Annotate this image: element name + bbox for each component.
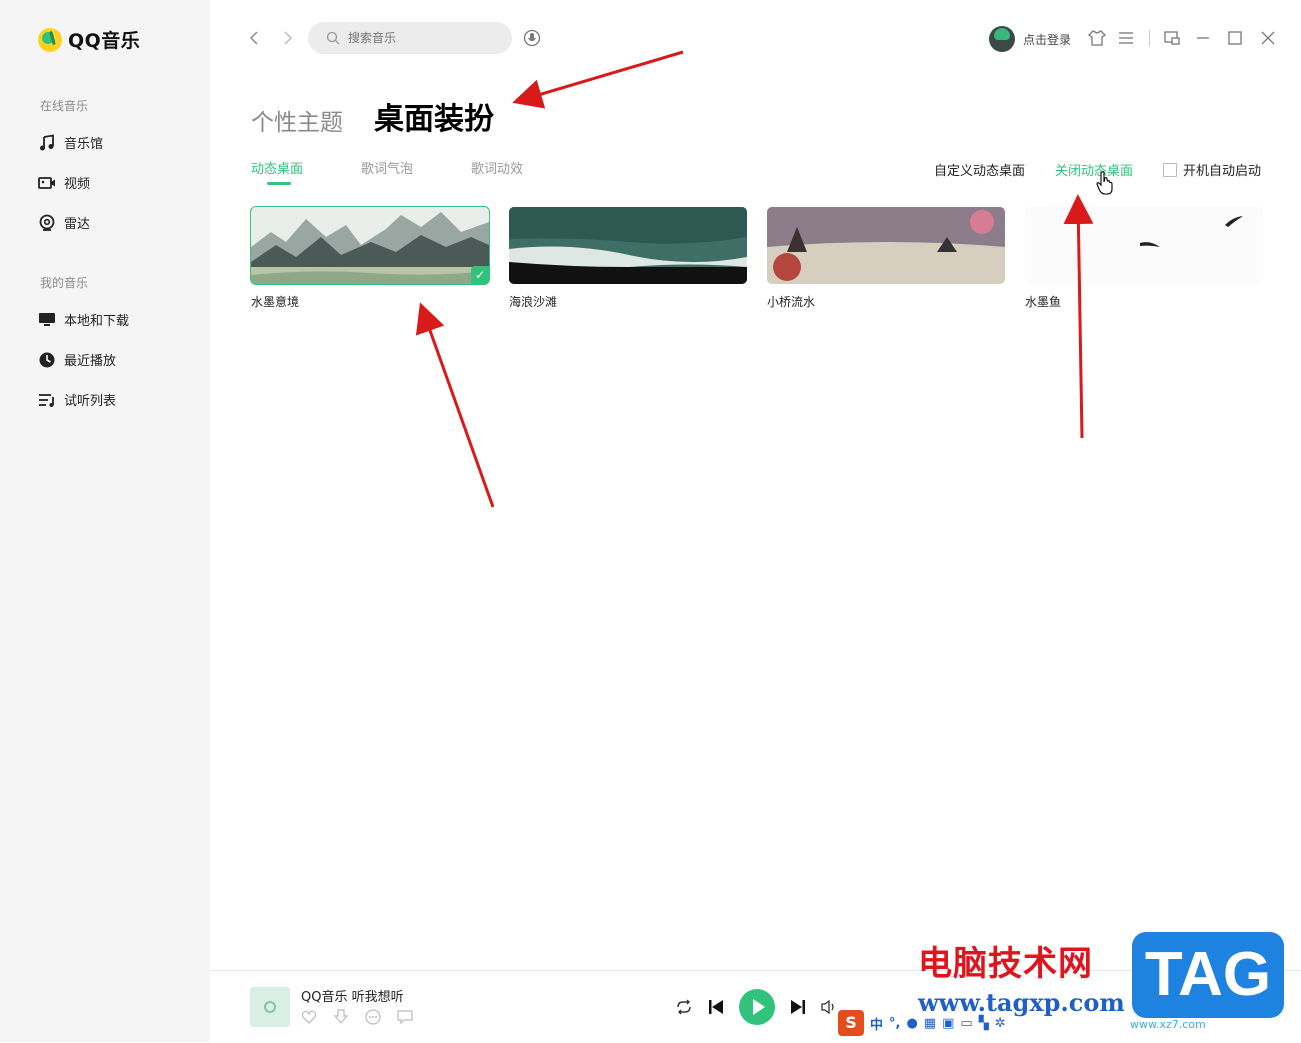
sidebar-item-label: 雷达	[64, 217, 91, 232]
ime-grid-icon[interactable]: ▚	[979, 1016, 989, 1031]
watermark-tag-logo: TAG	[1132, 932, 1284, 1018]
monitor-icon	[39, 312, 55, 326]
sidebar-item-local-download[interactable]: 本地和下载	[38, 310, 129, 329]
sidebar: QQ音乐 在线音乐 音乐馆 视频 雷达 我的音乐 本地和下载 最近播放 试听列表	[0, 0, 210, 1042]
beach-waves-thumbnail	[509, 207, 747, 284]
selected-check-icon: ✓	[471, 266, 489, 284]
section-my-music: 我的音乐	[40, 276, 89, 290]
autostart-checkbox[interactable]	[1163, 162, 1177, 177]
section-online-music: 在线音乐	[40, 99, 89, 113]
wallpaper-label: 水墨鱼	[1025, 295, 1062, 309]
bridge-stream-thumbnail	[767, 207, 1005, 284]
sidebar-item-label: 音乐馆	[64, 137, 104, 152]
ime-skin-icon[interactable]: ▣	[942, 1016, 954, 1031]
comment-icon[interactable]	[396, 1008, 414, 1026]
more-icon[interactable]	[364, 1008, 382, 1026]
wallpaper-label: 小桥流水	[767, 295, 816, 309]
sidebar-item-radar[interactable]: 雷达	[38, 213, 90, 232]
music-note-icon	[40, 133, 54, 150]
active-tab-indicator	[267, 182, 291, 185]
autostart-option[interactable]: 开机自动启动	[1163, 160, 1261, 179]
sidebar-item-label: 试听列表	[64, 394, 117, 409]
search-icon	[326, 31, 340, 45]
menu-icon[interactable]	[1117, 29, 1135, 47]
back-button[interactable]	[245, 28, 265, 48]
sidebar-item-music-hall[interactable]: 音乐馆	[38, 133, 103, 152]
volume-icon[interactable]	[820, 998, 838, 1016]
video-icon	[38, 176, 55, 189]
custom-dynamic-desktop-link[interactable]: 自定义动态桌面	[934, 160, 1025, 179]
autostart-label: 开机自动启动	[1183, 164, 1262, 179]
watermark-sub: www.xz7.com	[1130, 1018, 1206, 1031]
wallpaper-card-inkfish[interactable]	[1025, 207, 1263, 284]
tab-dynamic-desktop[interactable]: 动态桌面	[251, 158, 303, 177]
sidebar-item-label: 本地和下载	[64, 314, 130, 329]
ime-mic-icon[interactable]: ●	[906, 1016, 917, 1031]
skin-icon[interactable]	[1088, 29, 1106, 47]
ink-landscape-thumbnail	[251, 207, 489, 284]
hand-cursor-icon	[1096, 171, 1113, 195]
ime-game-icon[interactable]: ▭	[960, 1016, 972, 1031]
mini-mode-icon[interactable]	[1163, 29, 1181, 47]
ime-mode-label[interactable]: 中	[870, 1014, 883, 1033]
watermark-title: 电脑技术网	[918, 944, 1093, 984]
maximize-icon[interactable]	[1226, 29, 1244, 47]
wallpaper-card-ink[interactable]: ✓	[250, 206, 490, 285]
wallpaper-label: 海浪沙滩	[509, 295, 558, 309]
close-dynamic-desktop-link[interactable]: 关闭动态桌面	[1055, 160, 1133, 179]
sidebar-item-playlist[interactable]: 试听列表	[38, 390, 116, 409]
like-icon[interactable]	[300, 1008, 318, 1026]
login-link[interactable]: 点击登录	[1023, 31, 1071, 48]
sidebar-item-label: 最近播放	[64, 354, 117, 369]
chevron-left-icon	[249, 31, 258, 45]
forward-button[interactable]	[277, 28, 297, 48]
sogou-ime-icon[interactable]: S	[838, 1010, 864, 1036]
download-icon[interactable]	[332, 1008, 350, 1026]
wallpaper-card-beach[interactable]	[509, 207, 747, 284]
avatar[interactable]	[989, 26, 1015, 52]
wallpaper-card-bridge[interactable]	[767, 207, 1005, 284]
tab-personal-theme[interactable]: 个性主题	[251, 103, 343, 137]
sidebar-item-recent[interactable]: 最近播放	[38, 350, 116, 369]
punctuation-icon[interactable]: °,	[889, 1016, 900, 1031]
app-logo[interactable]: QQ音乐	[38, 26, 140, 53]
previous-track-icon[interactable]	[707, 997, 725, 1017]
tab-lyric-bubble[interactable]: 歌词气泡	[361, 158, 413, 177]
wallpaper-label: 水墨意境	[251, 295, 300, 309]
next-track-icon[interactable]	[789, 997, 807, 1017]
ink-fish-thumbnail	[1025, 207, 1263, 284]
tab-lyric-effect[interactable]: 歌词动效	[471, 158, 523, 177]
arrow-to-wallpaper	[415, 302, 495, 508]
qq-music-logo-icon	[38, 27, 62, 52]
minimize-icon[interactable]	[1194, 29, 1212, 47]
toolbar-divider	[1149, 30, 1150, 46]
radar-icon	[39, 214, 55, 231]
search-box[interactable]	[308, 22, 512, 54]
tab-desktop-dressup[interactable]: 桌面装扮	[374, 94, 494, 138]
sidebar-item-label: 视频	[64, 177, 91, 192]
album-cover[interactable]	[250, 987, 290, 1027]
song-title: QQ音乐 听我想听	[301, 990, 404, 1005]
voice-search-icon[interactable]	[523, 29, 541, 47]
close-icon[interactable]	[1259, 29, 1277, 47]
chevron-right-icon	[284, 31, 293, 45]
ime-settings-icon[interactable]: ✲	[995, 1016, 1006, 1031]
sidebar-item-video[interactable]: 视频	[38, 173, 90, 192]
search-input[interactable]	[346, 30, 500, 46]
playlist-icon	[39, 393, 54, 407]
clock-icon	[39, 352, 55, 367]
loop-mode-icon[interactable]	[675, 998, 693, 1016]
play-button[interactable]	[739, 989, 775, 1025]
arrow-to-title	[512, 50, 684, 109]
keyboard-icon[interactable]: ▦	[924, 1016, 936, 1031]
ime-toolbar: S 中 °, ● ▦ ▣ ▭ ▚ ✲	[838, 1010, 1006, 1036]
app-name: QQ音乐	[68, 30, 141, 52]
